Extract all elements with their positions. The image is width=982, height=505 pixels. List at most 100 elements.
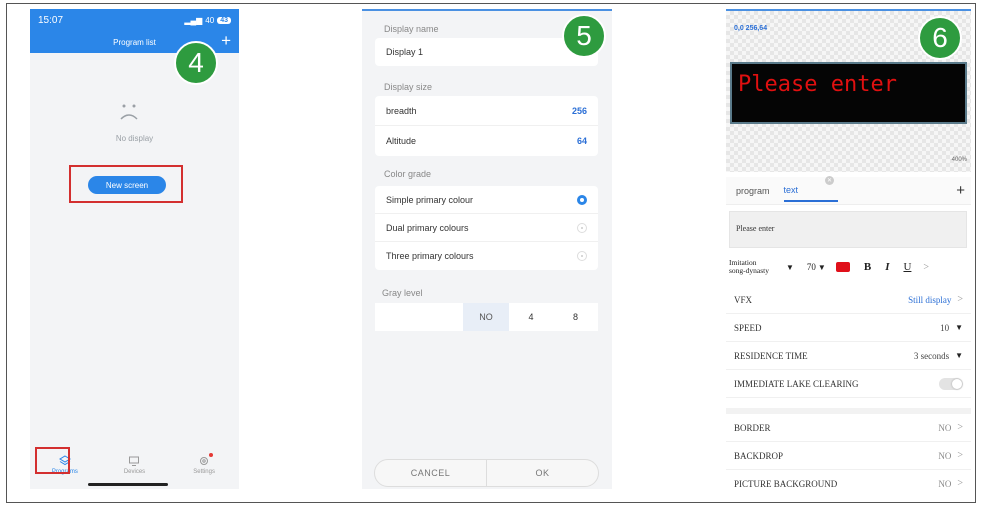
dialog-footer: CANCEL OK [374, 459, 599, 487]
bold-button[interactable]: B [864, 261, 871, 273]
notification-dot [209, 453, 214, 457]
color-option-label: Dual primary colours [386, 222, 469, 233]
residence-time-label: RESIDENCE TIME [734, 350, 808, 361]
add-item-button[interactable]: + [956, 182, 965, 199]
residence-time-row[interactable]: RESIDENCE TIME 3 seconds ▼ [726, 342, 971, 370]
tab-settings[interactable]: Settings [179, 453, 229, 475]
tab-program[interactable]: program [736, 186, 770, 196]
empty-state-text: No display [115, 134, 154, 143]
caret-down-icon[interactable]: ▼ [786, 263, 794, 272]
cancel-button[interactable]: CANCEL [375, 460, 486, 486]
color-grade-card: Simple primary colour Dual primary colou… [375, 186, 598, 270]
led-preview[interactable]: Please enter [730, 62, 967, 124]
vfx-row[interactable]: VFX Still display > [726, 286, 971, 314]
vfx-label: VFX [734, 294, 753, 305]
add-program-button[interactable]: + [221, 32, 231, 50]
vfx-value: Still display [908, 294, 952, 305]
tab-settings-label: Settings [193, 469, 215, 475]
editor-tabs: program text ✕ + [726, 176, 971, 205]
format-toolbar: Imitation song-dynasty ▼ 70 ▼ B I U > [729, 254, 969, 280]
step-badge-5: 5 [562, 14, 606, 58]
status-time: 15:07 [38, 14, 64, 26]
border-label: BORDER [734, 422, 771, 433]
speed-label: SPEED [734, 322, 762, 333]
radio-selected-icon [577, 194, 587, 205]
monitor-icon [129, 456, 140, 466]
display-settings-screen: Display name Display 1 Display size brea… [362, 9, 612, 489]
sad-face-icon [114, 97, 144, 127]
backdrop-label: BACKDROP [734, 450, 784, 461]
gray-option-4[interactable]: 4 [509, 303, 553, 331]
lake-clearing-label: IMMEDIATE LAKE CLEARING [734, 378, 859, 389]
font-select[interactable]: Imitation song-dynasty [729, 259, 784, 275]
color-option-dual[interactable]: Dual primary colours [375, 214, 598, 242]
color-option-simple[interactable]: Simple primary colour [375, 186, 598, 214]
altitude-row[interactable]: Altitude 64 [375, 126, 598, 156]
border-value: NO [938, 422, 952, 433]
display-name-label: Display name [384, 24, 439, 34]
color-option-label: Three primary colours [386, 251, 474, 261]
radio-unselected-icon [577, 222, 587, 233]
speed-value: 10 [940, 322, 950, 333]
residence-time-value: 3 seconds [913, 350, 950, 361]
new-screen-button[interactable]: New screen [88, 176, 166, 194]
radio-unselected-icon [577, 251, 587, 261]
caret-down-icon: ▼ [955, 323, 963, 332]
altitude-value: 64 [576, 136, 587, 146]
underline-button[interactable]: U [903, 261, 911, 273]
gear-icon [200, 457, 209, 465]
zoom-level: 400% [951, 157, 967, 163]
tab-text-label: text [783, 185, 799, 195]
text-color-swatch[interactable] [835, 262, 850, 272]
speed-row[interactable]: SPEED 10 ▼ [726, 314, 971, 342]
chevron-right-icon: > [957, 294, 963, 305]
chevron-right-icon[interactable]: > [923, 262, 929, 273]
battery-icon: 43 [217, 16, 231, 24]
caret-down-icon[interactable]: ▼ [818, 263, 826, 272]
gray-level-segment: NO 4 8 [375, 303, 598, 331]
color-grade-label: Color grade [384, 169, 432, 179]
breadth-row[interactable]: breadth 256 [375, 96, 598, 126]
lake-clearing-row: IMMEDIATE LAKE CLEARING [726, 370, 971, 398]
ok-button[interactable]: OK [487, 460, 598, 486]
home-indicator [88, 483, 168, 486]
tab-devices-label: Devices [123, 469, 146, 475]
color-option-three[interactable]: Three primary colours [375, 242, 598, 270]
backdrop-value: NO [938, 450, 952, 461]
coordinate-readout: 0,0 256,64 [734, 25, 768, 32]
border-row[interactable]: BORDER NO > [726, 414, 971, 442]
display-size-card: breadth 256 Altitude 64 [375, 96, 598, 156]
picture-background-value: NO [938, 478, 952, 489]
gray-option-no[interactable]: NO [463, 303, 509, 331]
breadth-value: 256 [571, 105, 587, 116]
status-bar: 15:07 ▂▄▆ 40 43 [30, 9, 239, 31]
gray-option-8[interactable]: 8 [553, 303, 598, 331]
lake-clearing-toggle[interactable] [939, 377, 963, 390]
gray-level-label: Gray level [382, 288, 423, 298]
effect-settings-list: VFX Still display > SPEED 10 ▼ RESIDENCE… [726, 286, 971, 398]
step-badge-6: 6 [918, 16, 962, 60]
highlight-box [35, 447, 70, 474]
chevron-right-icon: > [957, 450, 963, 461]
tab-text[interactable]: text ✕ [783, 176, 839, 202]
step-badge-4: 4 [174, 41, 218, 85]
picture-background-row[interactable]: PICTURE BACKGROUND NO > [726, 470, 971, 491]
italic-button[interactable]: I [885, 261, 889, 273]
chevron-right-icon: > [957, 422, 963, 433]
page-title: Program list [113, 37, 156, 47]
color-option-label: Simple primary colour [386, 194, 474, 205]
chevron-right-icon: > [957, 478, 963, 489]
tab-devices[interactable]: Devices [109, 455, 159, 475]
display-size-label: Display size [384, 82, 433, 92]
network-label: 40 [205, 15, 215, 25]
backdrop-row[interactable]: BACKDROP NO > [726, 442, 971, 470]
extra-settings-list: BORDER NO > BACKDROP NO > PICTURE BACKGR… [726, 414, 971, 491]
font-size-select[interactable]: 70 [807, 262, 816, 272]
caret-down-icon: ▼ [955, 351, 963, 360]
signal-icon: ▂▄▆ [184, 15, 203, 25]
breadth-label: breadth [386, 105, 417, 116]
picture-background-label: PICTURE BACKGROUND [734, 478, 838, 489]
altitude-label: Altitude [386, 136, 417, 146]
text-content-input[interactable]: Please enter [729, 211, 967, 248]
close-icon[interactable]: ✕ [825, 176, 835, 185]
